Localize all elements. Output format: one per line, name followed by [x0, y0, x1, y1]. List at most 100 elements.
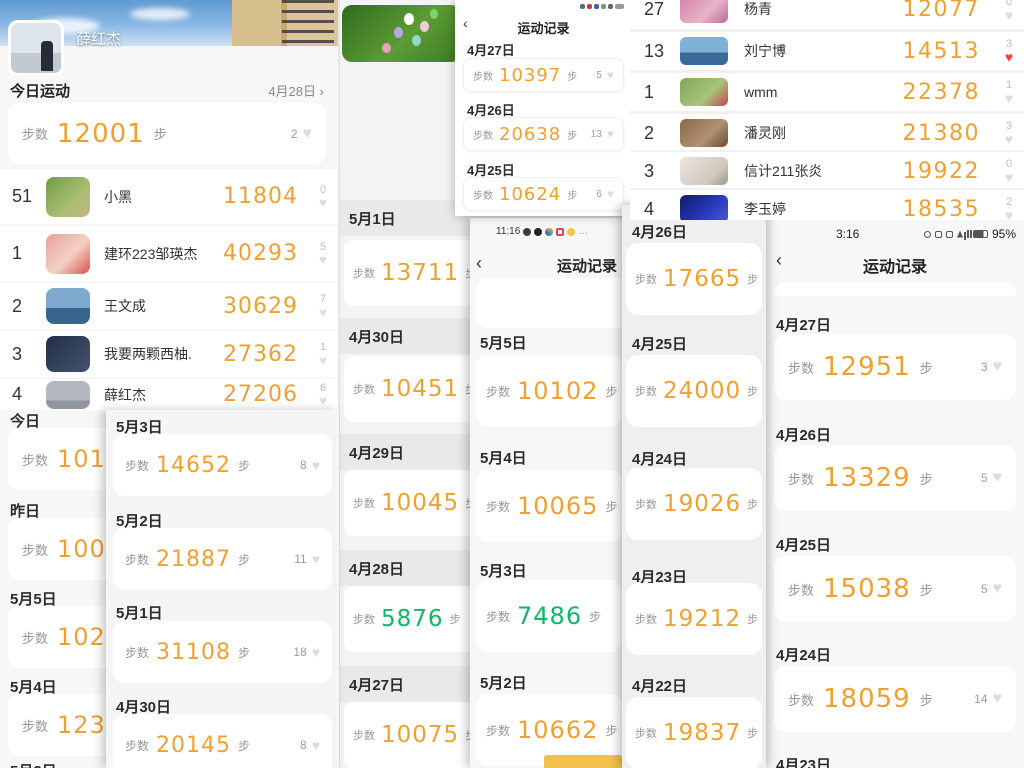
leaderboard-row[interactable]: 2 潘灵刚 21380 3♥ [630, 114, 1024, 152]
records-panel-right: 3:16 95% ‹ 运动记录 4月27日 步数 12951 步 3♥ 4月26… [766, 220, 1024, 768]
unit-label: 步 [605, 383, 617, 400]
steps-card: 步数 18059 步 14♥ [774, 666, 1016, 732]
steps-label: 步数 [486, 608, 510, 625]
user-name: 王文成 [104, 296, 223, 316]
heart-icon[interactable]: ♥ [607, 188, 614, 200]
flower [430, 9, 438, 19]
steps-card: 步数 17665 步 [626, 243, 762, 315]
ranking-row[interactable]: 3 我要两颗西柚. 27362 1♥ [0, 331, 338, 377]
signal-icon [608, 4, 613, 9]
heart-icon-liked[interactable]: ♥ [1005, 50, 1013, 64]
heart-icon[interactable]: ♥ [319, 354, 327, 367]
date-label: 4月24日 [776, 644, 831, 665]
steps-label: 步数 [22, 450, 48, 469]
chevron-right-icon: › [320, 84, 324, 99]
steps-card: 步数 12371 [8, 694, 106, 756]
profile-avatar[interactable] [8, 20, 64, 76]
leaderboard-row[interactable]: 1 wmm 22378 1♥ [630, 73, 1024, 111]
steps-value: 19922 [903, 159, 981, 184]
rank-number: 4 [12, 384, 46, 405]
heart-icon[interactable]: ♥ [993, 581, 1003, 597]
heart-icon[interactable]: ♥ [1005, 132, 1013, 146]
leaderboard-row[interactable]: 3 信计211张炎 19922 0♥ [630, 152, 1024, 190]
steps-value: 17665 [663, 266, 741, 292]
date-label: 4月25日 [776, 534, 831, 555]
steps-label: 步数 [788, 690, 814, 709]
flower [412, 35, 421, 46]
steps-card: 步数 5876 步 [344, 586, 470, 652]
avatar [46, 336, 90, 372]
heart-icon[interactable]: ♥ [312, 552, 320, 566]
signal-icon [967, 230, 969, 238]
steps-value: 12951 [823, 352, 911, 382]
ranking-row[interactable]: 4 薛红杰 27206 6♥ [0, 379, 338, 410]
unit-label: 步 [238, 737, 250, 754]
ranking-row[interactable]: 1 建环223邹瑛杰 40293 5♥ [0, 226, 338, 281]
steps-label: 步数 [353, 611, 375, 627]
heart-icon[interactable]: ♥ [1005, 8, 1013, 22]
battery-percent: 95% [992, 227, 1016, 241]
steps-value: 14513 [903, 39, 981, 64]
profile-name: 薛红杰 [76, 28, 121, 49]
date-label: 4月23日 [776, 754, 831, 768]
eye-icon [924, 231, 931, 238]
heart-icon[interactable]: ♥ [607, 128, 614, 140]
steps-label: 步数 [486, 498, 510, 515]
date-label: 4月27日 [467, 40, 515, 59]
like-count: 2 [291, 127, 298, 141]
steps-label: 步数 [125, 644, 149, 661]
heart-icon[interactable]: ♥ [607, 69, 614, 81]
heart-icon[interactable]: ♥ [319, 394, 327, 407]
steps-card: 步数 10035 [8, 518, 106, 580]
heart-icon[interactable]: ♥ [312, 645, 320, 659]
clock-time: 11:16 [496, 226, 520, 237]
like-count: 5 [981, 582, 988, 596]
heart-icon[interactable]: ♥ [1005, 91, 1013, 105]
like-count: 14 [974, 692, 987, 706]
leaderboard-row[interactable]: 13 刘宁博 14513 3♥ [630, 32, 1024, 70]
avatar [46, 177, 90, 217]
date-link[interactable]: 4月28日 › [268, 81, 324, 100]
avatar [680, 78, 728, 106]
heart-icon[interactable]: ♥ [312, 738, 320, 752]
unit-label: 步 [450, 611, 461, 627]
leaderboard-row[interactable]: 27 杨青 12077 0♥ [630, 0, 1024, 28]
steps-value: 15038 [823, 574, 911, 604]
heart-icon[interactable]: ♥ [993, 359, 1003, 375]
heart-icon[interactable]: ♥ [993, 470, 1003, 486]
page-title: 运动记录 [557, 255, 617, 276]
heart-icon[interactable]: ♥ [1005, 208, 1013, 220]
cloud [130, 8, 190, 20]
heart-icon[interactable]: ♥ [303, 126, 313, 142]
user-name: 杨青 [744, 0, 903, 19]
unit-label: 步 [747, 496, 758, 512]
ranking-row[interactable]: 51 小黑 11804 0♥ [0, 169, 338, 224]
heart-icon[interactable]: ♥ [319, 306, 327, 319]
heart-icon[interactable]: ♥ [993, 691, 1003, 707]
more-icon: … [578, 226, 588, 237]
steps-value: 27362 [223, 342, 298, 367]
steps-value: 10451 [381, 376, 459, 402]
back-button[interactable]: ‹ [476, 254, 482, 272]
avatar [46, 234, 90, 274]
heart-icon[interactable]: ♥ [319, 253, 327, 266]
ranking-row[interactable]: 2 王文成 30629 7♥ [0, 283, 338, 329]
avatar [680, 119, 728, 147]
profile-panel: 薛红杰 今日运动 4月28日 › 步数 12001 步 2♥ 51 小黑 118… [0, 0, 338, 410]
flower [382, 43, 391, 53]
steps-value: 12077 [903, 0, 981, 22]
date-label: 4月25日 [632, 333, 687, 354]
steps-value: 14652 [156, 453, 231, 478]
avatar [680, 37, 728, 65]
heart-icon[interactable]: ♥ [1005, 170, 1013, 184]
leaderboard-row[interactable]: 4 李玉婷 18535 2♥ [630, 190, 1024, 220]
unit-label: 步 [605, 722, 617, 739]
screenshot-collage: 薛红杰 今日运动 4月28日 › 步数 12001 步 2♥ 51 小黑 118… [0, 0, 1024, 768]
steps-card: 步数 13711 步 [344, 240, 470, 306]
date-label: 5月1日 [340, 200, 470, 236]
steps-label: 步数 [22, 540, 48, 559]
avatar [680, 0, 728, 23]
heart-icon[interactable]: ♥ [312, 458, 320, 472]
heart-icon[interactable]: ♥ [319, 196, 327, 209]
steps-value: 20145 [156, 733, 231, 758]
